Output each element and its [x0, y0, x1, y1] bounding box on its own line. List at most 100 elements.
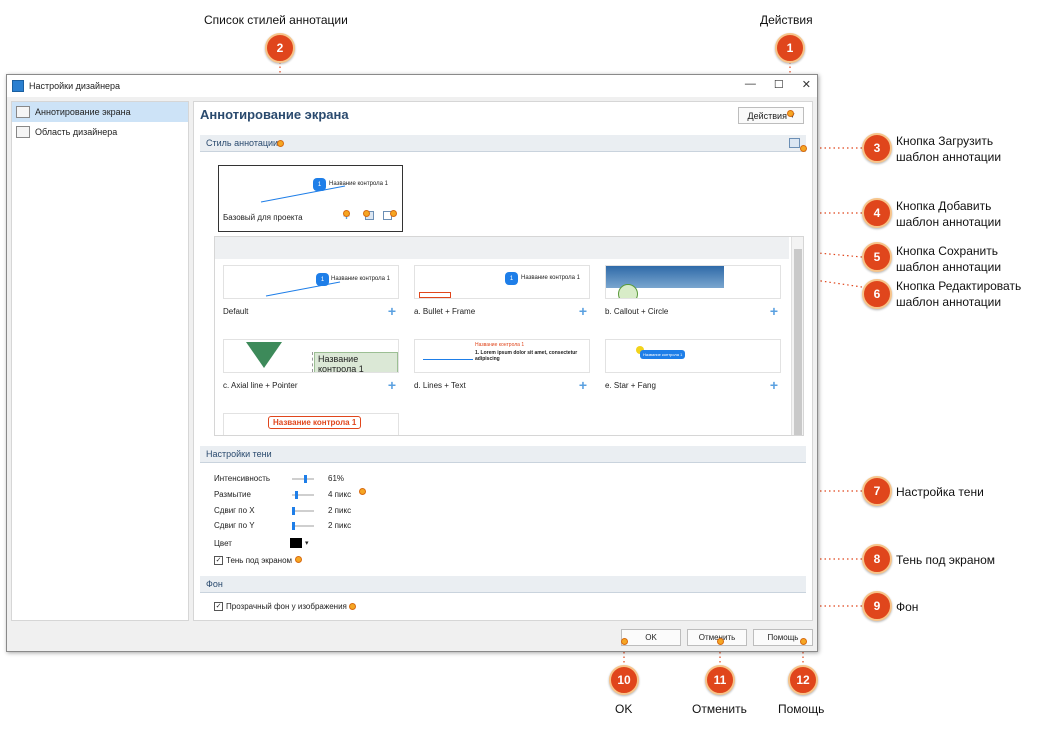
maximize-icon[interactable]: ☐ — [774, 78, 784, 91]
annotation-icon — [16, 106, 30, 118]
callout-8-badge: 8 — [862, 544, 892, 574]
checkmark-icon: ✓ — [214, 602, 223, 611]
callout-4-badge: 4 — [862, 198, 892, 228]
load-template-icon[interactable] — [789, 138, 800, 148]
sample-body-text: 1. Lorem ipsum dolor sit amet, consectet… — [475, 350, 578, 362]
slider-knob[interactable] — [295, 491, 298, 499]
transparent-background-checkbox[interactable]: ✓ Прозрачный фон у изображения — [214, 602, 347, 611]
style-preview: Название контрола 1 — [223, 413, 399, 435]
window-title: Настройки дизайнера — [29, 81, 121, 91]
style-list-scrollbar[interactable] — [791, 237, 803, 435]
slider-knob[interactable] — [304, 475, 307, 483]
intensity-slider[interactable] — [292, 475, 314, 483]
style-card-default[interactable]: 1 Название контрола 1 Default + — [219, 263, 402, 327]
actions-button[interactable]: Действия ▾ — [738, 107, 804, 124]
offset-x-slider[interactable] — [292, 507, 314, 515]
callout-7-badge: 7 — [862, 476, 892, 506]
sample-control-name: Название контрола 1 — [268, 416, 362, 429]
intensity-value: 61% — [328, 474, 345, 483]
callout-5-text: Кнопка Сохранить шаблон аннотации — [896, 244, 1002, 274]
add-icon[interactable]: + — [388, 303, 396, 319]
sidebar-item-screen-annotation[interactable]: Аннотирование экрана — [12, 102, 188, 122]
app-icon — [12, 80, 24, 92]
checkmark-icon: ✓ — [214, 556, 223, 565]
anchor-dot — [359, 488, 366, 495]
sample-control-name: Название контрола 1 — [314, 352, 398, 372]
callout-9-text: Фон — [896, 600, 919, 614]
blur-value: 4 пикс — [328, 490, 352, 499]
add-icon[interactable]: + — [388, 377, 396, 393]
color-label: Цвет — [214, 539, 232, 548]
style-preview: Название контрола 1 — [223, 339, 399, 373]
shadow-under-screen-checkbox[interactable]: ✓ Тень под экраном — [214, 556, 292, 565]
callout-1-text: Действия — [760, 13, 813, 27]
style-card-bullet-frame[interactable]: 1 Название контрола 1 a. Bullet + Frame … — [410, 263, 593, 327]
sample-control-name: Название контрола 1 — [329, 181, 388, 187]
designer-settings-dialog: Настройки дизайнера — ☐ ✕ Аннотирование … — [6, 74, 818, 652]
anchor-dot — [621, 638, 628, 645]
offset-x-label: Сдвиг по X — [214, 506, 255, 515]
callout-12-text: Помощь — [778, 702, 825, 716]
anchor-dot — [717, 638, 724, 645]
offset-y-value: 2 пикс — [328, 521, 352, 530]
blur-slider[interactable] — [292, 491, 314, 499]
sidebar-item-designer-area[interactable]: Область дизайнера — [12, 122, 188, 142]
callout-3-badge: 3 — [862, 133, 892, 163]
callout-6-text: Кнопка Редактировать шаблон аннотации — [896, 279, 1022, 309]
anchor-dot — [349, 603, 356, 610]
style-label: e. Star + Fang — [605, 381, 656, 390]
offset-y-label: Сдвиг по Y — [214, 521, 255, 530]
offset-y-slider[interactable] — [292, 522, 314, 530]
shadow-color-picker[interactable]: ▾ — [290, 538, 312, 548]
close-icon[interactable]: ✕ — [802, 78, 811, 91]
style-card-star-fang[interactable]: Название контрола 1 e. Star + Fang + — [601, 337, 784, 401]
scroll-thumb[interactable] — [794, 249, 802, 435]
callout-4-text: Кнопка Добавить шаблон аннотации — [896, 199, 1002, 229]
sample-control-name: Название контрола 1 — [331, 276, 390, 282]
add-icon[interactable]: + — [579, 303, 587, 319]
sample-control-name: Название контрола 1 — [521, 275, 580, 281]
sample-control-name: Название контрола 1 — [475, 342, 525, 348]
annotation-bullet: 1 — [505, 272, 518, 285]
style-card-callout-circle[interactable]: b. Callout + Circle + — [601, 263, 784, 327]
callout-11-text: Отменить — [692, 702, 747, 716]
style-card-axial-pointer[interactable]: Название контрола 1 c. Axial line + Poin… — [219, 337, 402, 401]
chevron-down-icon: ▾ — [305, 540, 309, 547]
title-bar: Настройки дизайнера — ☐ ✕ — [7, 75, 817, 97]
slider-knob[interactable] — [292, 507, 295, 515]
sidebar-item-label: Область дизайнера — [35, 127, 118, 137]
add-icon[interactable]: + — [770, 377, 778, 393]
sample-control-name: Название контрола 1 — [640, 350, 686, 359]
style-preview: Название контрола 1 1. Lorem ipsum dolor… — [414, 339, 590, 373]
list-divider — [215, 237, 789, 259]
ok-button[interactable]: OK — [621, 629, 681, 646]
callout-1-badge: 1 — [775, 33, 805, 63]
slider-knob[interactable] — [292, 522, 295, 530]
add-icon[interactable]: + — [579, 377, 587, 393]
minimize-icon[interactable]: — — [745, 78, 756, 91]
intensity-label: Интенсивность — [214, 474, 271, 483]
anchor-dot — [363, 210, 370, 217]
callout-2-text: Список стилей аннотации — [204, 13, 348, 27]
callout-3-text: Кнопка Загрузить шаблон аннотации — [896, 134, 1002, 164]
style-preview: Название контрола 1 — [605, 339, 781, 373]
anchor-dot — [390, 210, 397, 217]
anchor-dot — [343, 210, 350, 217]
callout-10-text: OK — [615, 702, 633, 716]
style-card-lines-text[interactable]: Название контрола 1 1. Lorem ipsum dolor… — [410, 337, 593, 401]
style-label: a. Bullet + Frame — [414, 307, 476, 316]
anchor-dot — [295, 556, 302, 563]
add-icon[interactable]: + — [770, 303, 778, 319]
shadow-settings-header: Настройки тени — [200, 446, 806, 463]
offset-x-value: 2 пикс — [328, 506, 352, 515]
annotation-style-header: Стиль аннотации — [200, 135, 806, 152]
callout-7-text: Настройка тени — [896, 485, 984, 499]
style-card-rounded-frame[interactable]: Название контрола 1 — [219, 411, 402, 435]
annotation-style-list[interactable]: 1 Название контрола 1 Default + 1 Назван… — [214, 236, 804, 436]
style-label: Default — [223, 307, 249, 316]
callout-5-badge: 5 — [862, 242, 892, 272]
callout-10-badge: 10 — [609, 665, 639, 695]
style-label: b. Callout + Circle — [605, 307, 669, 316]
callout-2-badge: 2 — [265, 33, 295, 63]
project-base-style-card[interactable]: 1 Название контрола 1 Базовый для проект… — [218, 165, 403, 232]
